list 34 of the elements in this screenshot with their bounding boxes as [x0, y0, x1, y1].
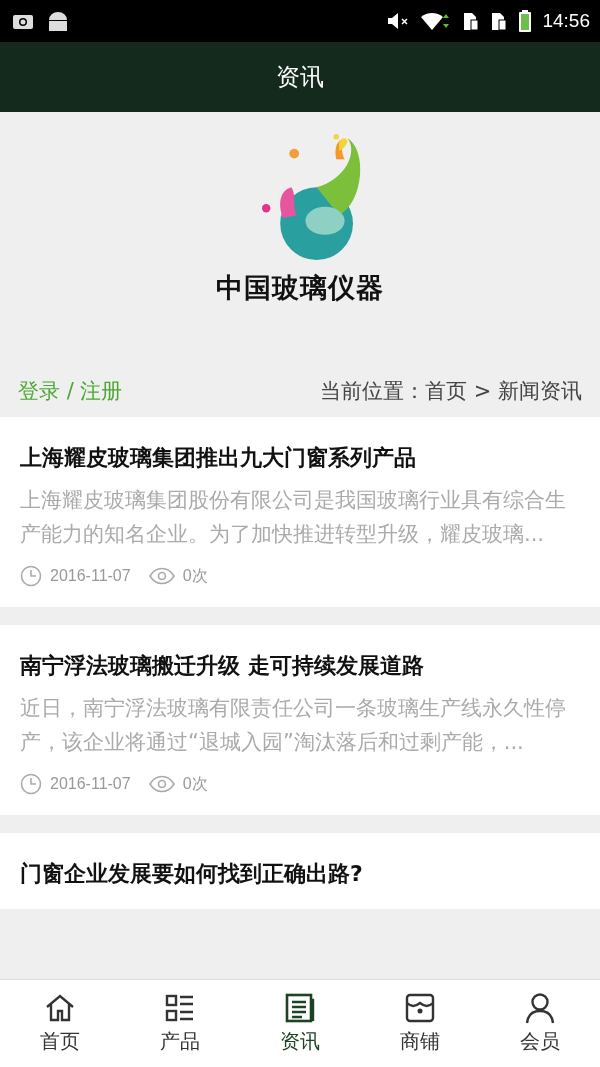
eye-icon	[148, 567, 175, 585]
nav-tab[interactable]: 商铺	[360, 980, 480, 1067]
shop-icon	[404, 992, 436, 1024]
article-date: 2016-11-07	[50, 567, 131, 585]
logo-text: 中国玻璃仪器	[216, 271, 384, 305]
article-title: 上海耀皮玻璃集团推出九大门窗系列产品	[20, 444, 417, 472]
sim-icon	[490, 10, 509, 32]
list-icon	[164, 992, 196, 1024]
clock: 14:56	[542, 10, 590, 32]
clock-icon	[20, 565, 42, 587]
sim-icon	[462, 10, 481, 32]
breadcrumb: 当前位置：首页 > 新闻资讯	[320, 378, 582, 405]
article-card[interactable]: 上海耀皮玻璃集团推出九大门窗系列产品 上海耀皮玻璃集团股份有限公司是我国玻璃行业具有综合生产能力的知名企业。为了加快推进转型升级，耀皮玻璃... 2016-11-07 0次	[0, 417, 600, 607]
eye-icon	[148, 775, 175, 793]
article-title: 门窗企业发展要如何找到正确出路?	[20, 860, 364, 888]
article-date: 2016-11-07	[50, 775, 131, 793]
article-card[interactable]: 南宁浮法玻璃搬迁升级 走可持续发展道路 近日，南宁浮法玻璃有限责任公司一条玻璃生产线永久性停产，该企业将通过“退城入园”淘汰落后和过剩产能，... 2016-11-07 0次	[0, 625, 600, 815]
nav-tab[interactable]: 会员	[480, 980, 600, 1067]
user-icon	[524, 992, 556, 1024]
article-summary: 近日，南宁浮法玻璃有限责任公司一条玻璃生产线永久性停产，该企业将通过“退城入园”淘汰落后和过剩产能，...	[20, 695, 567, 756]
nav-tab[interactable]: 产品	[120, 980, 240, 1067]
article-summary: 上海耀皮玻璃集团股份有限公司是我国玻璃行业具有综合生产能力的知名企业。为了加快推进转型升级，耀皮玻璃...	[20, 487, 567, 548]
mute-icon	[386, 10, 411, 32]
article-card[interactable]: 门窗企业发展要如何找到正确出路?	[0, 833, 600, 909]
page-title: 资讯	[276, 62, 324, 93]
article-title: 南宁浮法玻璃搬迁升级 走可持续发展道路	[20, 652, 425, 680]
view-count: 0次	[182, 565, 208, 586]
home-icon	[44, 992, 76, 1024]
newspaper-icon	[284, 992, 316, 1024]
clock-icon	[20, 773, 42, 795]
view-count: 0次	[182, 773, 208, 794]
battery-icon	[518, 9, 533, 33]
nav-tab[interactable]: 首页	[0, 980, 120, 1067]
nav-tab[interactable]: 资讯	[240, 980, 360, 1067]
